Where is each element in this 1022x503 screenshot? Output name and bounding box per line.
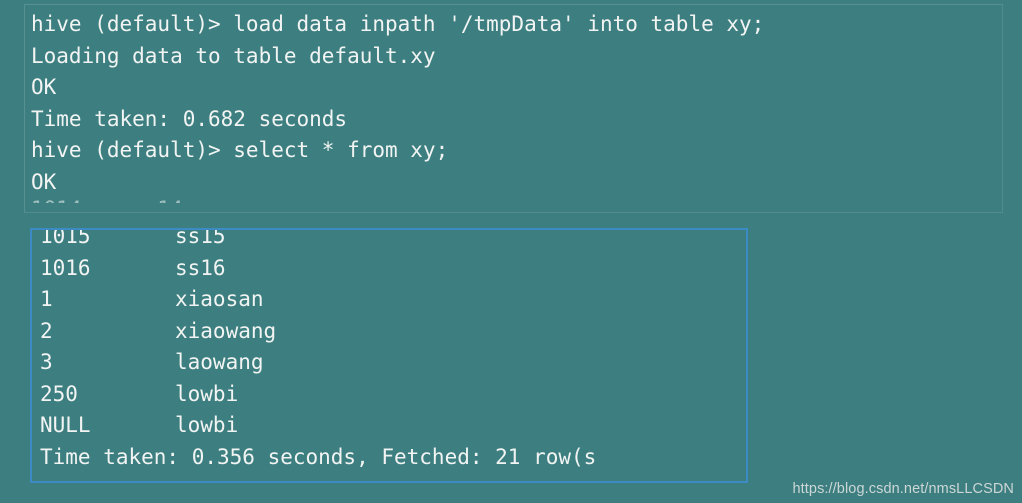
row-value: xiaosan xyxy=(175,287,264,311)
row-key: 2 xyxy=(40,318,53,343)
table-row: 2 xiaowang xyxy=(40,316,746,348)
console-line-loading-data: Loading data to table default.xy xyxy=(31,43,436,68)
table-row: 1015 ss15 xyxy=(40,228,746,253)
table-row: 1016 ss16 xyxy=(40,253,746,285)
console-line-time-taken-load: Time taken: 0.682 seconds xyxy=(31,106,348,131)
table-row: 3 laowang xyxy=(40,347,746,379)
console-line-load-command: hive (default)> load data inpath '/tmpDa… xyxy=(31,12,765,36)
row-value: xiaowang xyxy=(175,318,277,343)
query-result-rows: 1015 ss15 1016 ss16 1 xiaosan 2 xiaowang 3 la… xyxy=(40,228,746,473)
console-line-select-command: hive (default)> select * from xy; xyxy=(31,138,449,162)
row-value: ss15 xyxy=(175,228,226,248)
console-line-ok-1: OK xyxy=(31,75,57,99)
table-row: NULL lowbi xyxy=(40,410,746,442)
row-value: laowang xyxy=(175,350,264,374)
console-line-clipped: 1014 ss14 xyxy=(31,194,1002,203)
blog-watermark: https://blog.csdn.net/nmsLLCSDN xyxy=(792,481,1014,497)
query-result-block: 1015 ss15 1016 ss16 1 xiaosan 2 xiaowang 3 la… xyxy=(30,228,748,483)
row-key: NULL xyxy=(40,413,91,437)
row-value: lowbi xyxy=(175,413,239,437)
table-row: 250 lowbi xyxy=(40,379,746,411)
hive-console-output-block: hive (default)> load data inpath '/tmpDa… xyxy=(24,4,1003,213)
table-row: 1 xiaosan xyxy=(40,284,746,316)
row-key: 250 xyxy=(40,381,78,406)
query-result-footer: Time taken: 0.356 seconds, Fetched: 21 r… xyxy=(40,444,597,469)
row-value: lowbi xyxy=(175,381,239,406)
row-key: 3 xyxy=(40,350,53,374)
row-key: 1 xyxy=(40,287,53,311)
row-key: 1016 xyxy=(40,255,91,280)
row-value: ss16 xyxy=(175,255,226,280)
row-key: 1015 xyxy=(40,228,91,248)
